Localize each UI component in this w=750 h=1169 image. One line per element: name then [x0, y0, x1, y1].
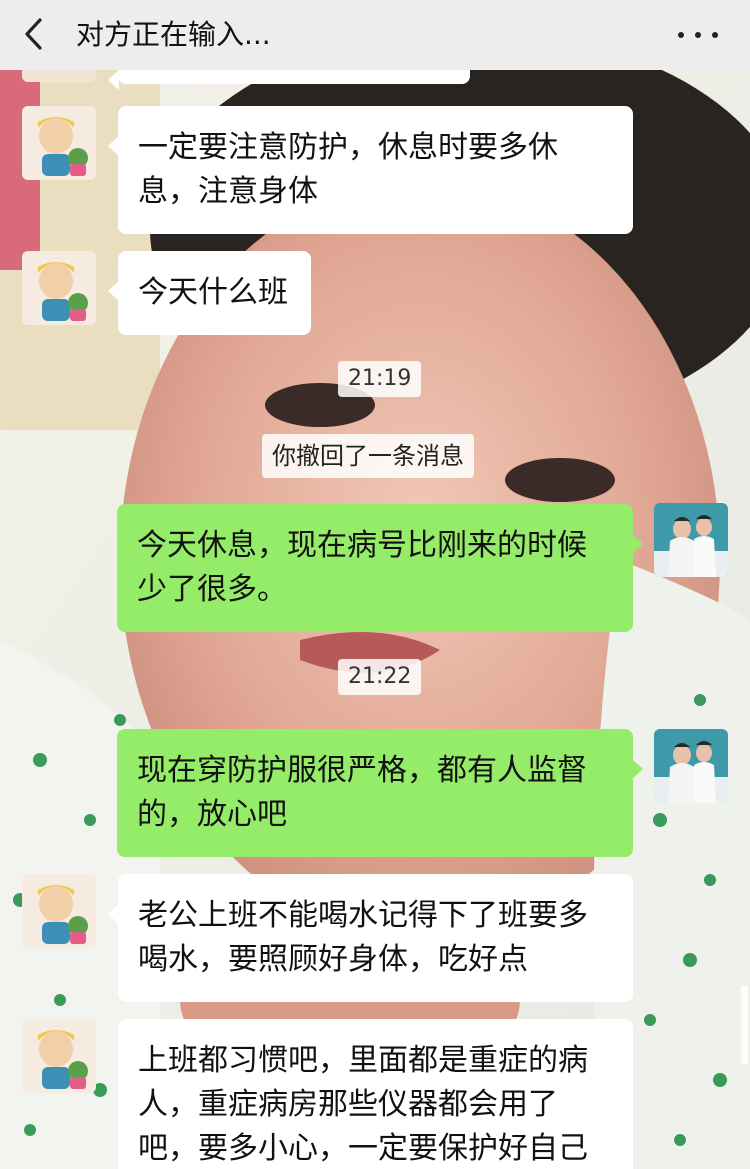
recall-notice[interactable]: 你撤回了一条消息 — [262, 434, 474, 478]
dot — [695, 32, 701, 38]
message-list[interactable]: 一定要注意防护，休息时要多休息，注意身体 今天什么班 21:19 你撤回了一条消… — [0, 0, 750, 1169]
chevron-left-icon[interactable] — [22, 14, 52, 54]
message-bubble: 一定要注意防护，休息时要多休息，注意身体 — [108, 106, 633, 234]
my-avatar[interactable] — [654, 729, 728, 803]
chat-header: 对方正在输入... — [0, 0, 750, 70]
message-text: 上班都习惯吧，里面都是重症的病人，重症病房那些仪器都会用了吧，要多小心，一定要保… — [138, 1043, 588, 1166]
dot — [712, 32, 718, 38]
message-bubble: 今天什么班 — [108, 251, 311, 335]
timestamp: 21:19 — [338, 361, 422, 397]
message-bubble: 老公上班不能喝水记得下了班要多喝水，要照顾好身体，吃好点 — [108, 874, 633, 1002]
my-avatar[interactable] — [654, 503, 728, 577]
message-bubble: 现在穿防护服很严格，都有人监督的，放心吧 — [117, 729, 643, 857]
message-text: 今天休息，现在病号比刚来的时候少了很多。 — [137, 528, 587, 607]
message-text: 现在穿防护服很严格，都有人监督的，放心吧 — [137, 753, 587, 832]
contact-avatar[interactable] — [22, 251, 96, 325]
chat-title: 对方正在输入... — [76, 18, 271, 51]
dot — [678, 32, 684, 38]
message-bubble: 上班都习惯吧，里面都是重症的病人，重症病房那些仪器都会用了吧，要多小心，一定要保… — [118, 1019, 633, 1169]
message-text: 一定要注意防护，休息时要多休息，注意身体 — [138, 130, 558, 209]
more-dots-icon[interactable] — [678, 16, 718, 54]
scrollbar[interactable] — [741, 985, 748, 1065]
contact-avatar[interactable] — [22, 106, 96, 180]
message-text: 今天什么班 — [138, 275, 288, 310]
message-text: 老公上班不能喝水记得下了班要多喝水，要照顾好身体，吃好点 — [138, 898, 588, 977]
timestamp: 21:22 — [338, 659, 422, 695]
message-bubble: 今天休息，现在病号比刚来的时候少了很多。 — [117, 504, 643, 632]
contact-avatar[interactable] — [22, 1019, 96, 1093]
contact-avatar[interactable] — [22, 874, 96, 948]
